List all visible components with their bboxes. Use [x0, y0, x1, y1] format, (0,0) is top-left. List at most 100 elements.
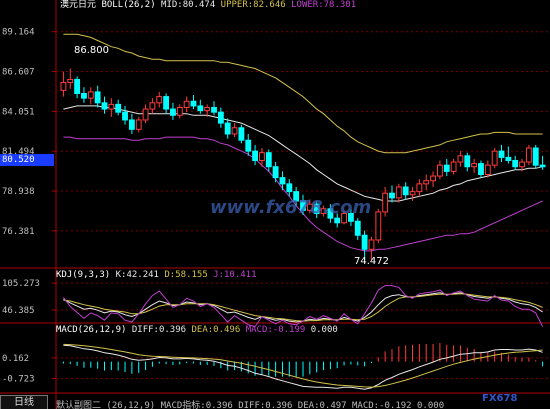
- boll-upper: UPPER:82.646: [220, 0, 286, 10]
- kdj-label: KDJ(9,3,3): [56, 270, 111, 280]
- candle-body: [190, 100, 197, 107]
- y-tick-label: 46.385: [2, 306, 35, 316]
- candle-body: [156, 96, 163, 104]
- y-tick-label: -0.723: [2, 375, 35, 385]
- kdj-j: J:10.411: [213, 270, 257, 280]
- macd-diff: DIFF:0.396: [131, 325, 187, 335]
- candle-body: [368, 239, 375, 250]
- candle-body: [231, 127, 238, 135]
- candle-body: [183, 100, 190, 108]
- candle-body: [142, 108, 149, 121]
- candle-body: [354, 220, 361, 236]
- candle-body: [491, 150, 498, 166]
- candle-body: [402, 186, 409, 196]
- candle-body: [498, 150, 505, 158]
- candle-body: [252, 150, 259, 161]
- candle-body: [135, 119, 142, 130]
- y-tick-label: 89.164: [2, 28, 35, 38]
- macd-extra: 0.000: [310, 325, 338, 335]
- candle-body: [211, 106, 217, 113]
- candle-body: [108, 103, 115, 110]
- high-annotation: 86.800: [74, 45, 109, 56]
- candle-body: [505, 156, 512, 161]
- candle-body: [334, 217, 341, 224]
- low-annotation: 74.472: [354, 256, 389, 267]
- candle-body: [525, 147, 532, 163]
- candle-body: [60, 82, 67, 91]
- candle-body: [163, 96, 170, 110]
- candle-body: [484, 164, 491, 176]
- candle-body: [197, 105, 204, 112]
- candle-body: [450, 161, 457, 172]
- boll-mid: MID:80.474: [161, 0, 216, 10]
- y-tick-label: 84.051: [2, 107, 35, 117]
- kdj-k: K:42.241: [115, 270, 159, 280]
- candle-body: [286, 183, 293, 193]
- candle-body: [217, 111, 224, 124]
- candle-body: [128, 119, 135, 130]
- candle-body: [409, 191, 416, 196]
- chart-window: 89.164 86.607 84.051 81.494 78.938 76.381 105.…: [0, 0, 550, 409]
- candle-body: [423, 180, 430, 185]
- macd-value: MACD:-0.199: [245, 325, 306, 335]
- boll-lower: LOWER:78.301: [291, 0, 357, 10]
- boll-upper-line: [63, 33, 543, 154]
- symbol-title: 澳元日元: [60, 0, 97, 10]
- candle-body: [471, 163, 478, 168]
- candle-body: [519, 161, 525, 168]
- candle-body: [389, 192, 395, 199]
- candle-body: [176, 106, 183, 116]
- candle-body: [416, 183, 423, 193]
- kdj-header: KDJ(9,3,3) K:42.241 D:58.155 J:10.411: [56, 270, 257, 281]
- candle-body: [94, 91, 101, 104]
- candle-body: [204, 106, 211, 112]
- candle-body: [259, 152, 265, 161]
- kdj-line-j: [63, 285, 544, 328]
- candle-body: [101, 102, 108, 110]
- y-tick-label: 78.938: [2, 187, 35, 197]
- candle-body: [265, 152, 272, 168]
- candle-body: [238, 127, 245, 141]
- candle-body: [457, 155, 464, 163]
- candle-body: [361, 234, 368, 250]
- candle-body: [539, 164, 546, 168]
- bottom-status: 默认副图二 (26,12,9) MACD指标:0.396 DIFF:0.396 …: [56, 401, 445, 409]
- tab-daily[interactable]: 日线: [0, 395, 48, 409]
- corner-watermark: FX678: [482, 393, 518, 404]
- candle-body: [170, 108, 176, 116]
- kdj-d: D:58.155: [164, 270, 208, 280]
- main-header: 澳元日元 BOLL(26,2) MID:80.474 UPPER:82.646 …: [60, 0, 356, 11]
- candle-body: [115, 103, 122, 113]
- candle-body: [532, 147, 539, 166]
- candle-body: [272, 166, 279, 179]
- candle-body: [395, 186, 402, 199]
- macd-header: MACD(26,12,9) DIFF:0.396 DEA:0.496 MACD:…: [56, 325, 338, 336]
- candle-body: [87, 91, 94, 99]
- candle-body: [382, 192, 389, 213]
- candle-body: [67, 78, 74, 84]
- y-tick-label: 105.273: [2, 279, 40, 289]
- macd-label: MACD(26,12,9): [56, 325, 127, 335]
- candle-body: [512, 159, 519, 168]
- boll-mid-line: [63, 105, 543, 202]
- candle-body: [478, 163, 484, 176]
- candle-body: [224, 122, 231, 135]
- candle-body: [464, 155, 471, 168]
- candle-body: [81, 92, 87, 99]
- candle-body: [74, 78, 81, 94]
- candle-body: [149, 102, 156, 110]
- candle-body: [279, 177, 286, 185]
- candle-body: [443, 164, 450, 172]
- y-tick-label: 86.607: [2, 68, 35, 78]
- boll-lower-line: [63, 136, 543, 252]
- current-price-marker: 80.520: [0, 154, 54, 166]
- boll-label: BOLL(26,2): [101, 0, 156, 10]
- candle-body: [245, 139, 252, 152]
- watermark: www.fx678.com: [210, 197, 372, 218]
- candle-body: [436, 164, 443, 177]
- macd-dea: DEA:0.496: [191, 325, 241, 335]
- candle-body: [122, 111, 128, 121]
- candle-body: [375, 211, 382, 241]
- y-tick-label: 0.162: [2, 354, 29, 364]
- y-tick-label: 76.381: [2, 227, 35, 237]
